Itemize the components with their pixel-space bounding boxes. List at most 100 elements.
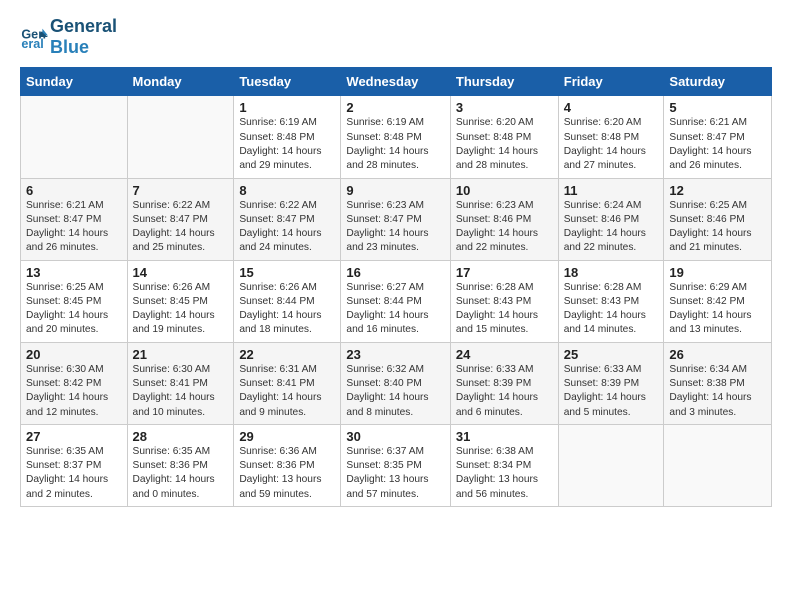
weekday-header-saturday: Saturday xyxy=(664,68,772,96)
svg-text:eral: eral xyxy=(21,37,43,51)
day-content: Sunrise: 6:23 AM Sunset: 8:46 PM Dayligh… xyxy=(456,199,553,256)
day-content: Sunrise: 6:35 AM Sunset: 8:36 PM Dayligh… xyxy=(133,445,229,502)
day-content: Sunrise: 6:27 AM Sunset: 8:44 PM Dayligh… xyxy=(346,281,444,338)
day-content: Sunrise: 6:25 AM Sunset: 8:45 PM Dayligh… xyxy=(26,281,122,338)
day-number: 22 xyxy=(239,347,335,362)
logo-general: General xyxy=(50,16,117,37)
day-number: 17 xyxy=(456,265,553,280)
calendar-cell: 9Sunrise: 6:23 AM Sunset: 8:47 PM Daylig… xyxy=(341,178,450,260)
day-content: Sunrise: 6:19 AM Sunset: 8:48 PM Dayligh… xyxy=(346,116,444,173)
day-content: Sunrise: 6:20 AM Sunset: 8:48 PM Dayligh… xyxy=(456,116,553,173)
day-number: 12 xyxy=(669,183,766,198)
calendar-cell: 17Sunrise: 6:28 AM Sunset: 8:43 PM Dayli… xyxy=(450,260,558,342)
calendar-cell xyxy=(558,424,664,506)
calendar-cell: 28Sunrise: 6:35 AM Sunset: 8:36 PM Dayli… xyxy=(127,424,234,506)
day-number: 10 xyxy=(456,183,553,198)
weekday-header-wednesday: Wednesday xyxy=(341,68,450,96)
calendar-week-row: 6Sunrise: 6:21 AM Sunset: 8:47 PM Daylig… xyxy=(21,178,772,260)
calendar-week-row: 1Sunrise: 6:19 AM Sunset: 8:48 PM Daylig… xyxy=(21,96,772,178)
day-content: Sunrise: 6:24 AM Sunset: 8:46 PM Dayligh… xyxy=(564,199,659,256)
weekday-header-friday: Friday xyxy=(558,68,664,96)
calendar-page: Gen eral General Blue SundayMondayTuesda… xyxy=(0,0,792,527)
day-content: Sunrise: 6:38 AM Sunset: 8:34 PM Dayligh… xyxy=(456,445,553,502)
header: Gen eral General Blue xyxy=(20,16,772,57)
day-number: 27 xyxy=(26,429,122,444)
calendar-cell: 13Sunrise: 6:25 AM Sunset: 8:45 PM Dayli… xyxy=(21,260,128,342)
day-content: Sunrise: 6:28 AM Sunset: 8:43 PM Dayligh… xyxy=(456,281,553,338)
day-number: 2 xyxy=(346,100,444,115)
calendar-cell: 25Sunrise: 6:33 AM Sunset: 8:39 PM Dayli… xyxy=(558,342,664,424)
day-number: 15 xyxy=(239,265,335,280)
calendar-cell: 6Sunrise: 6:21 AM Sunset: 8:47 PM Daylig… xyxy=(21,178,128,260)
day-content: Sunrise: 6:21 AM Sunset: 8:47 PM Dayligh… xyxy=(26,199,122,256)
calendar-cell: 27Sunrise: 6:35 AM Sunset: 8:37 PM Dayli… xyxy=(21,424,128,506)
day-number: 24 xyxy=(456,347,553,362)
weekday-header-monday: Monday xyxy=(127,68,234,96)
day-number: 4 xyxy=(564,100,659,115)
calendar-cell: 23Sunrise: 6:32 AM Sunset: 8:40 PM Dayli… xyxy=(341,342,450,424)
calendar-cell: 19Sunrise: 6:29 AM Sunset: 8:42 PM Dayli… xyxy=(664,260,772,342)
calendar-cell: 3Sunrise: 6:20 AM Sunset: 8:48 PM Daylig… xyxy=(450,96,558,178)
day-content: Sunrise: 6:28 AM Sunset: 8:43 PM Dayligh… xyxy=(564,281,659,338)
day-number: 11 xyxy=(564,183,659,198)
day-number: 5 xyxy=(669,100,766,115)
calendar-cell: 20Sunrise: 6:30 AM Sunset: 8:42 PM Dayli… xyxy=(21,342,128,424)
day-number: 1 xyxy=(239,100,335,115)
day-content: Sunrise: 6:31 AM Sunset: 8:41 PM Dayligh… xyxy=(239,363,335,420)
calendar-cell: 4Sunrise: 6:20 AM Sunset: 8:48 PM Daylig… xyxy=(558,96,664,178)
day-content: Sunrise: 6:32 AM Sunset: 8:40 PM Dayligh… xyxy=(346,363,444,420)
day-content: Sunrise: 6:25 AM Sunset: 8:46 PM Dayligh… xyxy=(669,199,766,256)
day-content: Sunrise: 6:37 AM Sunset: 8:35 PM Dayligh… xyxy=(346,445,444,502)
day-content: Sunrise: 6:26 AM Sunset: 8:44 PM Dayligh… xyxy=(239,281,335,338)
day-number: 28 xyxy=(133,429,229,444)
day-number: 31 xyxy=(456,429,553,444)
day-content: Sunrise: 6:19 AM Sunset: 8:48 PM Dayligh… xyxy=(239,116,335,173)
day-number: 19 xyxy=(669,265,766,280)
calendar-cell: 1Sunrise: 6:19 AM Sunset: 8:48 PM Daylig… xyxy=(234,96,341,178)
day-number: 14 xyxy=(133,265,229,280)
calendar-cell: 12Sunrise: 6:25 AM Sunset: 8:46 PM Dayli… xyxy=(664,178,772,260)
day-content: Sunrise: 6:33 AM Sunset: 8:39 PM Dayligh… xyxy=(456,363,553,420)
calendar-cell: 5Sunrise: 6:21 AM Sunset: 8:47 PM Daylig… xyxy=(664,96,772,178)
calendar-cell: 24Sunrise: 6:33 AM Sunset: 8:39 PM Dayli… xyxy=(450,342,558,424)
calendar-cell: 7Sunrise: 6:22 AM Sunset: 8:47 PM Daylig… xyxy=(127,178,234,260)
day-number: 23 xyxy=(346,347,444,362)
calendar-cell xyxy=(21,96,128,178)
day-number: 29 xyxy=(239,429,335,444)
calendar-cell: 26Sunrise: 6:34 AM Sunset: 8:38 PM Dayli… xyxy=(664,342,772,424)
day-number: 7 xyxy=(133,183,229,198)
day-content: Sunrise: 6:22 AM Sunset: 8:47 PM Dayligh… xyxy=(239,199,335,256)
day-number: 18 xyxy=(564,265,659,280)
logo-icon: Gen eral xyxy=(20,23,48,51)
day-content: Sunrise: 6:33 AM Sunset: 8:39 PM Dayligh… xyxy=(564,363,659,420)
day-number: 21 xyxy=(133,347,229,362)
day-number: 26 xyxy=(669,347,766,362)
day-number: 20 xyxy=(26,347,122,362)
calendar-cell: 31Sunrise: 6:38 AM Sunset: 8:34 PM Dayli… xyxy=(450,424,558,506)
day-number: 25 xyxy=(564,347,659,362)
calendar-table: SundayMondayTuesdayWednesdayThursdayFrid… xyxy=(20,67,772,507)
day-content: Sunrise: 6:22 AM Sunset: 8:47 PM Dayligh… xyxy=(133,199,229,256)
calendar-cell: 11Sunrise: 6:24 AM Sunset: 8:46 PM Dayli… xyxy=(558,178,664,260)
calendar-cell: 8Sunrise: 6:22 AM Sunset: 8:47 PM Daylig… xyxy=(234,178,341,260)
calendar-cell: 16Sunrise: 6:27 AM Sunset: 8:44 PM Dayli… xyxy=(341,260,450,342)
calendar-week-row: 27Sunrise: 6:35 AM Sunset: 8:37 PM Dayli… xyxy=(21,424,772,506)
day-number: 9 xyxy=(346,183,444,198)
day-content: Sunrise: 6:21 AM Sunset: 8:47 PM Dayligh… xyxy=(669,116,766,173)
calendar-cell: 15Sunrise: 6:26 AM Sunset: 8:44 PM Dayli… xyxy=(234,260,341,342)
day-content: Sunrise: 6:34 AM Sunset: 8:38 PM Dayligh… xyxy=(669,363,766,420)
day-number: 30 xyxy=(346,429,444,444)
day-number: 3 xyxy=(456,100,553,115)
day-content: Sunrise: 6:26 AM Sunset: 8:45 PM Dayligh… xyxy=(133,281,229,338)
day-content: Sunrise: 6:23 AM Sunset: 8:47 PM Dayligh… xyxy=(346,199,444,256)
calendar-cell xyxy=(127,96,234,178)
day-content: Sunrise: 6:36 AM Sunset: 8:36 PM Dayligh… xyxy=(239,445,335,502)
calendar-header-row: SundayMondayTuesdayWednesdayThursdayFrid… xyxy=(21,68,772,96)
day-content: Sunrise: 6:20 AM Sunset: 8:48 PM Dayligh… xyxy=(564,116,659,173)
calendar-cell: 14Sunrise: 6:26 AM Sunset: 8:45 PM Dayli… xyxy=(127,260,234,342)
logo: Gen eral General Blue xyxy=(20,16,117,57)
day-number: 8 xyxy=(239,183,335,198)
calendar-cell: 2Sunrise: 6:19 AM Sunset: 8:48 PM Daylig… xyxy=(341,96,450,178)
weekday-header-sunday: Sunday xyxy=(21,68,128,96)
calendar-week-row: 13Sunrise: 6:25 AM Sunset: 8:45 PM Dayli… xyxy=(21,260,772,342)
